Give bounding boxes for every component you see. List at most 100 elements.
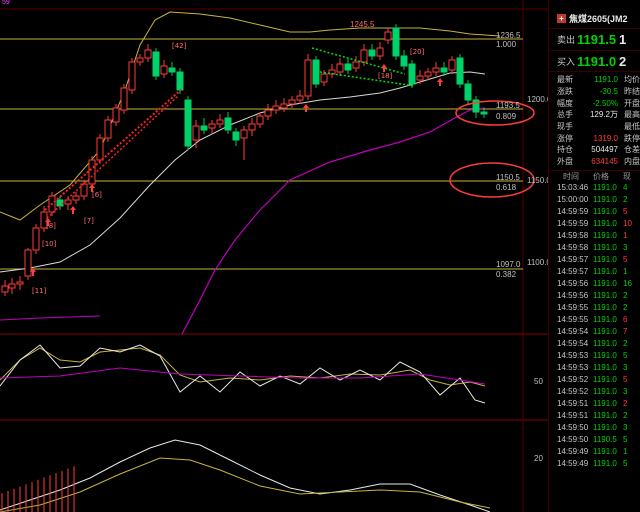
buy-arrow-icon [70, 206, 76, 214]
plus-icon[interactable]: + [557, 13, 566, 23]
candle-body [400, 55, 408, 67]
candle-body [160, 65, 168, 75]
kline-chart-area[interactable]: [42] [10] [8] [7] [6] [11] [20] [18] 1236.5 1.0… [0, 0, 551, 512]
tick-time: 14:59:58 [557, 243, 589, 252]
candle-body [1, 285, 9, 293]
tick-row: 15:03:46 1191.0 4 [549, 182, 640, 194]
ask-volume: 1 [619, 32, 627, 47]
stat-label: 总手 [557, 110, 573, 120]
tick-price: 1191.0 [593, 411, 617, 420]
tick-volume: 2 [623, 195, 628, 204]
tick-price: 1190.5 [593, 435, 617, 444]
signal-marker-label: [20] [410, 48, 425, 56]
tick-volume: 1 [623, 447, 628, 456]
signal-marker-label: [11] [32, 287, 47, 295]
tick-time: 14:59:52 [557, 375, 589, 384]
tick-price: 1191.0 [593, 351, 617, 360]
ask-label: 卖出 [557, 35, 576, 45]
stat-label: 涨跌 [557, 87, 573, 97]
tick-time: 14:59:51 [557, 399, 589, 408]
tick-price: 1191.0 [593, 459, 617, 468]
tick-volume: 6 [623, 315, 628, 324]
buy-arrow-icon [437, 78, 443, 86]
candle-body [184, 99, 192, 147]
kline-chart[interactable]: [42] [10] [8] [7] [6] [11] [20] [18] [0, 0, 548, 512]
stat-value: 504497 [591, 145, 618, 155]
candle-body [448, 59, 456, 71]
buy-arrow-icon [381, 64, 387, 72]
ask-price: 1191.5 [577, 32, 617, 47]
candle-body [24, 249, 32, 277]
candle-body [392, 27, 400, 57]
candle-body [416, 75, 424, 81]
fib-ratio-0618: 0.618 [496, 183, 517, 192]
tick-time: 14:59:52 [557, 387, 589, 396]
tick-price: 1191.0 [593, 399, 617, 408]
trend-line-down [311, 47, 406, 75]
stat-row: 现手 最低 [549, 121, 640, 133]
contract-title: 焦煤2605(JM2 [569, 13, 628, 24]
candle-body [336, 63, 344, 73]
tick-time: 14:59:49 [557, 447, 589, 456]
tick-price: 1191.0 [593, 195, 617, 204]
stat-value: 1191.0 [594, 75, 618, 85]
candle-body [344, 63, 352, 71]
candle-body [424, 71, 432, 77]
bollinger-upper [0, 11, 501, 221]
stat-label: 幅度 [557, 98, 573, 108]
stat-label: 外盘 [557, 157, 573, 167]
axis-tick-50: 50 [534, 377, 543, 386]
ask-row[interactable]: 卖出 1191.5 1 [549, 28, 640, 50]
tick-volume: 2 [623, 411, 628, 420]
candle-body [112, 107, 120, 123]
moving-average-long-left [0, 315, 101, 321]
stat-row: 总手 129.2万 最高 [549, 109, 640, 121]
highlight-circle [449, 162, 535, 198]
tick-volume: 5 [623, 351, 628, 360]
candle-body [168, 67, 176, 73]
candle-body [320, 73, 328, 83]
tick-header-price: 价格 [593, 171, 609, 181]
buy-arrow-icon [303, 104, 309, 112]
stat-label-secondary: 均价 [624, 75, 640, 85]
tick-list[interactable]: 15:03:46 1191.0 4 15:00:00 1191.0 2 14:59:59 11… [549, 182, 640, 470]
tick-volume: 16 [623, 279, 632, 288]
candle-body [216, 119, 224, 125]
tick-row: 14:59:52 1191.0 5 [549, 374, 640, 386]
tick-row: 14:59:58 1191.0 1 [549, 230, 640, 242]
tick-time: 15:00:00 [557, 195, 589, 204]
candle-body [376, 47, 384, 57]
tick-price: 1191.0 [593, 447, 617, 456]
stat-label: 持仓 [557, 145, 573, 155]
tick-time: 14:59:53 [557, 351, 589, 360]
tick-row: 14:59:51 1191.0 2 [549, 410, 640, 422]
signal-marker-label: [10] [42, 240, 57, 248]
tick-time: 14:59:50 [557, 435, 589, 444]
bid-row[interactable]: 买入 1191.0 2 [549, 50, 640, 72]
tick-price: 1191.0 [593, 231, 617, 240]
signal-marker-label: [7] [84, 217, 94, 225]
tick-price: 1191.0 [593, 375, 617, 384]
signal-marker-label: [8] [46, 222, 56, 230]
signal-marker-label: [42] [172, 42, 187, 50]
tick-volume: 1 [623, 231, 628, 240]
tick-volume: 2 [623, 399, 628, 408]
fib-price-1193: 1193.5 [496, 101, 520, 110]
bollinger-mid [0, 71, 486, 273]
tick-time: 14:59:59 [557, 219, 589, 228]
candle-body [360, 49, 368, 63]
tick-time: 14:59:55 [557, 303, 589, 312]
tick-price: 1191.0 [593, 255, 617, 264]
candle-body [144, 49, 152, 59]
fib-ratio-1000: 1.000 [496, 40, 517, 49]
tick-row: 14:59:56 1191.0 16 [549, 278, 640, 290]
fib-price-1097: 1097.0 [496, 260, 521, 269]
tick-price: 1191.0 [593, 363, 617, 372]
stat-label: 现手 [557, 122, 573, 132]
tick-volume: 10 [623, 219, 632, 228]
tick-volume: 5 [623, 435, 628, 444]
tick-row: 14:59:51 1191.0 2 [549, 398, 640, 410]
tick-volume: 3 [623, 423, 628, 432]
stat-label-secondary: 开盘 [624, 98, 640, 108]
candle-body [248, 123, 256, 131]
